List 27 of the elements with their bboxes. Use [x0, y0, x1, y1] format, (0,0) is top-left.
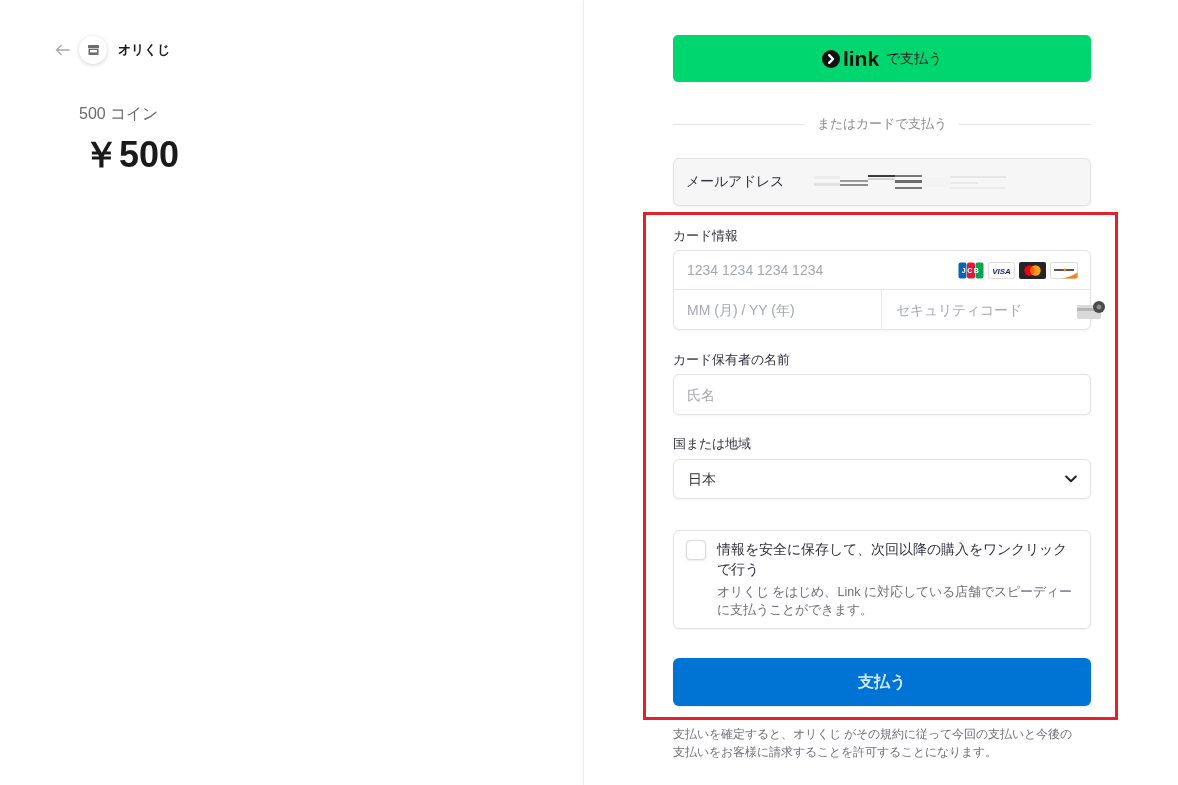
link-pay-button[interactable]: link で支払う — [673, 35, 1091, 82]
chevron-down-icon — [1065, 475, 1077, 483]
security-code-field[interactable]: セキュリティコード — [882, 290, 1077, 329]
expiry-field[interactable]: MM (月) / YY (年) — [674, 290, 881, 329]
country-label: 国または地域 — [673, 436, 751, 452]
cardholder-name-label: カード保有者の名前 — [673, 352, 790, 368]
pay-button[interactable]: 支払う — [673, 658, 1091, 706]
email-field[interactable]: メールアドレス — [673, 158, 1091, 206]
product-name: 500 コイン — [79, 105, 159, 122]
discover-logo-icon — [1050, 261, 1078, 279]
link-logo-icon — [821, 49, 840, 68]
visa-logo-icon: VISA — [988, 261, 1015, 279]
save-info-title: 情報を安全に保存して、次回以降の購入をワンクリックで行う — [717, 540, 1068, 579]
mastercard-logo-icon — [1019, 261, 1046, 279]
terms-text: 支払いを確定すると、オリくじ がその規約に従って今回の支払いと今後の支払いをお客様に請求することを許可することになります。 — [673, 726, 1074, 761]
email-label: メールアドレス — [686, 172, 785, 191]
merchant-name: オリくじ — [118, 41, 170, 60]
country-select[interactable]: 日本 — [673, 459, 1091, 499]
cardholder-name-field[interactable]: 氏名 — [673, 374, 1091, 415]
back-arrow-icon[interactable] — [55, 44, 70, 56]
card-info-label: カード情報 — [673, 228, 738, 244]
divider-label: またはカードで支払う — [817, 116, 947, 132]
save-info-description: オリくじ をはじめ、Link に対応している店舗でスピーディーに支払うことができます。 — [717, 584, 1073, 619]
store-icon — [79, 36, 107, 64]
save-info-checkbox[interactable] — [686, 540, 706, 560]
card-number-field[interactable]: 1234 1234 1234 1234 — [674, 251, 958, 289]
product-price: ￥500 — [83, 134, 180, 175]
